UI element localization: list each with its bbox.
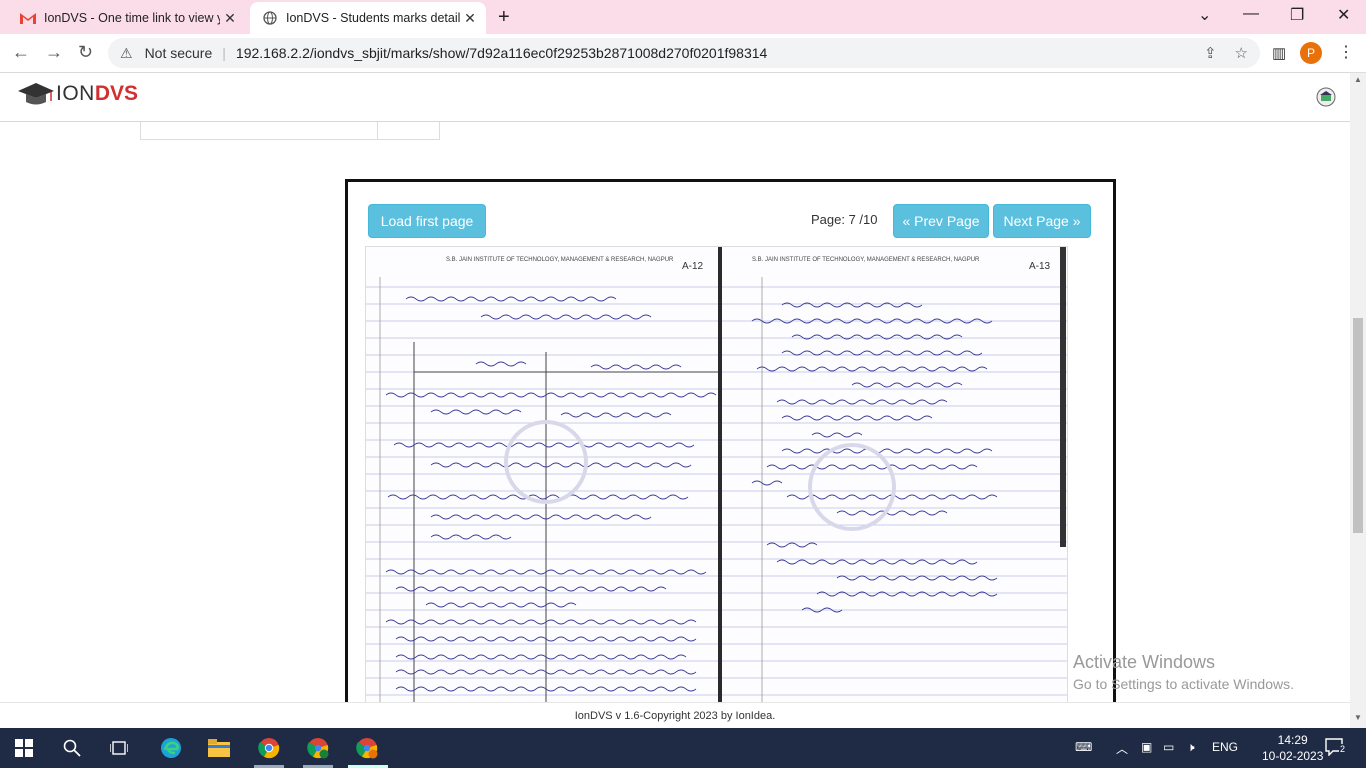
scan-edge bbox=[1060, 247, 1066, 547]
gmail-icon bbox=[20, 10, 36, 26]
graduation-cap-icon bbox=[18, 83, 54, 105]
watermark-title: Activate Windows bbox=[1073, 652, 1216, 672]
reload-icon[interactable]: ↻ bbox=[78, 42, 93, 63]
warning-icon[interactable]: ⚠ bbox=[120, 45, 133, 62]
next-page-button[interactable]: Next Page » bbox=[993, 204, 1091, 238]
main-content: Load first page Page: 7 /10 « Prev Page … bbox=[0, 122, 1350, 702]
scroll-down-icon[interactable]: ▼ bbox=[1354, 713, 1362, 722]
prev-page-button[interactable]: « Prev Page bbox=[893, 204, 989, 238]
address-toolbar: ← → ↻ ⚠ Not secure | 192.168.2.2/iondvs_… bbox=[0, 34, 1366, 73]
app-header: ION DVS bbox=[0, 73, 1350, 123]
activate-windows-watermark: Activate Windows Go to Settings to activ… bbox=[1073, 652, 1294, 692]
kebab-menu-icon[interactable]: ⋮ bbox=[1338, 42, 1354, 62]
url-text[interactable]: 192.168.2.2/iondvs_sbjit/marks/show/7d92… bbox=[236, 45, 767, 61]
page-indicator: Page: 7 /10 bbox=[811, 212, 878, 227]
globe-icon bbox=[262, 10, 278, 26]
network-icon[interactable]: ▭ bbox=[1163, 740, 1174, 754]
close-icon[interactable]: ✕ bbox=[220, 10, 240, 27]
logo-dvs-text: DVS bbox=[94, 82, 139, 105]
iondvs-logo[interactable]: ION DVS bbox=[16, 79, 138, 109]
scroll-up-icon[interactable]: ▲ bbox=[1354, 75, 1362, 84]
page-footer: IonDVS v 1.6-Copyright 2023 by IonIdea. bbox=[0, 702, 1350, 729]
restore-icon[interactable]: ❐ bbox=[1290, 5, 1304, 25]
chevron-up-icon[interactable]: ︿ bbox=[1116, 740, 1128, 757]
bookmark-star-icon[interactable]: ☆ bbox=[1235, 44, 1248, 62]
sheet-header-text: S.B. JAIN INSTITUTE OF TECHNOLOGY, MANAG… bbox=[446, 257, 674, 263]
divider: | bbox=[222, 45, 226, 61]
window-close-icon[interactable]: ✕ bbox=[1337, 5, 1350, 25]
back-icon[interactable]: ← bbox=[12, 42, 30, 63]
windows-start-icon[interactable] bbox=[12, 736, 36, 760]
share-icon[interactable]: ⇪ bbox=[1204, 44, 1217, 62]
close-icon[interactable]: ✕ bbox=[460, 10, 480, 27]
scan-right-page: S.B. JAIN INSTITUTE OF TECHNOLOGY, MANAG… bbox=[722, 247, 1067, 702]
minimize-icon[interactable]: — bbox=[1243, 5, 1259, 23]
answer-sheet-viewer: Load first page Page: 7 /10 « Prev Page … bbox=[345, 179, 1116, 702]
volume-muted-icon[interactable]: 🕨 bbox=[1187, 740, 1195, 755]
system-clock[interactable]: 14:29 10-02-2023 bbox=[1262, 732, 1323, 764]
new-tab-icon[interactable]: + bbox=[498, 6, 510, 29]
notification-count: 2 bbox=[1339, 744, 1347, 754]
clock-date: 10-02-2023 bbox=[1262, 749, 1324, 763]
search-icon[interactable] bbox=[60, 736, 84, 760]
scrollbar-thumb[interactable] bbox=[1353, 318, 1363, 533]
page-scrollbar[interactable]: ▲ ▼ bbox=[1350, 73, 1366, 728]
chrome-icon[interactable] bbox=[257, 736, 281, 760]
table-remnant bbox=[140, 122, 440, 140]
sheet-header-text: S.B. JAIN INSTITUTE OF TECHNOLOGY, MANAG… bbox=[752, 257, 980, 263]
institute-emblem-icon[interactable] bbox=[1316, 87, 1336, 107]
chevron-down-icon[interactable]: ⌄ bbox=[1198, 5, 1211, 25]
browser-tab-strip: IonDVS - One time link to view yo ✕ IonD… bbox=[0, 0, 1366, 34]
meet-now-icon[interactable]: ▣ bbox=[1141, 740, 1152, 754]
tab-title: IonDVS - Students marks details bbox=[286, 11, 460, 25]
clock-time: 14:29 bbox=[1277, 733, 1308, 747]
language-indicator[interactable]: ENG bbox=[1212, 740, 1238, 754]
scan-left-page: S.B. JAIN INSTITUTE OF TECHNOLOGY, MANAG… bbox=[366, 247, 718, 702]
right-page-number: A-13 bbox=[1029, 261, 1051, 272]
side-panel-icon[interactable]: ▥ bbox=[1272, 44, 1286, 62]
handwriting-image bbox=[722, 277, 1067, 702]
forward-icon[interactable]: → bbox=[45, 42, 63, 63]
scanned-answer-sheet: S.B. JAIN INSTITUTE OF TECHNOLOGY, MANAG… bbox=[365, 246, 1068, 702]
address-bar[interactable]: ⚠ Not secure | 192.168.2.2/iondvs_sbjit/… bbox=[108, 38, 1260, 68]
tab-gmail[interactable]: IonDVS - One time link to view yo ✕ bbox=[8, 2, 246, 34]
handwriting-image bbox=[366, 277, 718, 702]
tab-marks-details[interactable]: IonDVS - Students marks details ✕ bbox=[250, 2, 486, 34]
profile-avatar[interactable]: P bbox=[1300, 42, 1322, 64]
tab-title: IonDVS - One time link to view yo bbox=[44, 11, 220, 25]
chrome-profile-p-icon[interactable] bbox=[355, 736, 379, 760]
notifications-icon[interactable]: 2 bbox=[1325, 738, 1347, 758]
windows-taskbar: ⌨ ︿ ▣ ▭ 🕨 ENG 14:29 10-02-2023 2 bbox=[0, 728, 1366, 768]
file-explorer-icon[interactable] bbox=[207, 736, 231, 760]
load-first-page-button[interactable]: Load first page bbox=[368, 204, 486, 238]
security-label[interactable]: Not secure bbox=[145, 45, 213, 61]
task-view-icon[interactable] bbox=[107, 736, 131, 760]
edge-icon[interactable] bbox=[159, 736, 183, 760]
left-page-number: A-12 bbox=[682, 261, 704, 272]
copyright-text: IonDVS v 1.6-Copyright 2023 by IonIdea. bbox=[574, 710, 776, 722]
chrome-profile-w-icon[interactable] bbox=[306, 736, 330, 760]
keyboard-icon[interactable]: ⌨ bbox=[1075, 740, 1092, 754]
watermark-subtitle: Go to Settings to activate Windows. bbox=[1073, 676, 1294, 692]
logo-ion-text: ION bbox=[56, 82, 95, 105]
